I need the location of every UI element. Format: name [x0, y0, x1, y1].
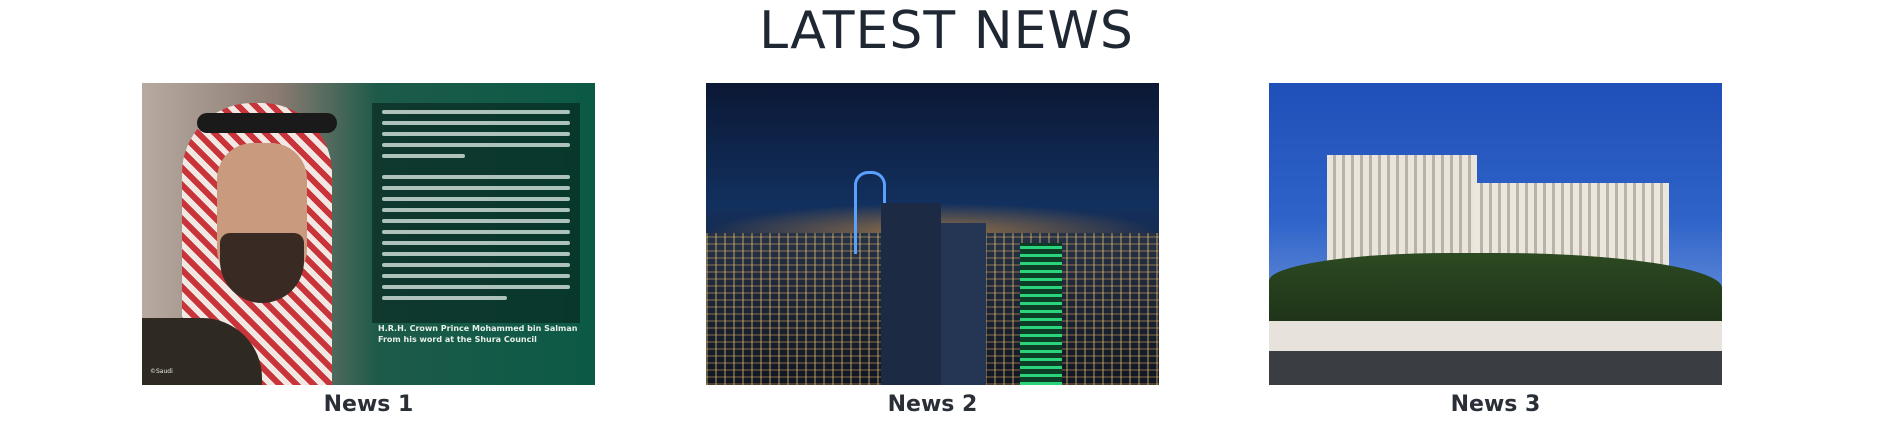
news-card-2[interactable]: News 2 — [706, 83, 1159, 419]
skyscraper — [881, 203, 941, 385]
latest-news-section: LATEST NEWS H.R.H. Crown Prince Mohammed… — [0, 0, 1893, 430]
news-2-image[interactable] — [706, 83, 1159, 385]
portrait-headband — [197, 113, 337, 133]
quote-attribution: H.R.H. Crown Prince Mohammed bin Salman … — [378, 324, 578, 344]
skyscraper — [941, 223, 986, 385]
road — [1269, 351, 1722, 385]
news-1-label[interactable]: News 1 — [142, 391, 595, 419]
image-credit: ©Saudi — [150, 368, 173, 375]
news-card-1[interactable]: H.R.H. Crown Prince Mohammed bin Salman … — [142, 83, 595, 419]
news-2-label[interactable]: News 2 — [706, 391, 1159, 419]
news-card-3[interactable]: News 3 — [1269, 83, 1722, 419]
news-3-image[interactable] — [1269, 83, 1722, 385]
quote-panel — [372, 103, 580, 323]
section-title: LATEST NEWS — [759, 1, 1134, 61]
green-lit-tower — [1020, 243, 1062, 385]
news-1-image[interactable]: H.R.H. Crown Prince Mohammed bin Salman … — [142, 83, 595, 385]
perimeter-wall — [1269, 321, 1722, 351]
news-3-label[interactable]: News 3 — [1269, 391, 1722, 419]
trees — [1269, 253, 1722, 323]
